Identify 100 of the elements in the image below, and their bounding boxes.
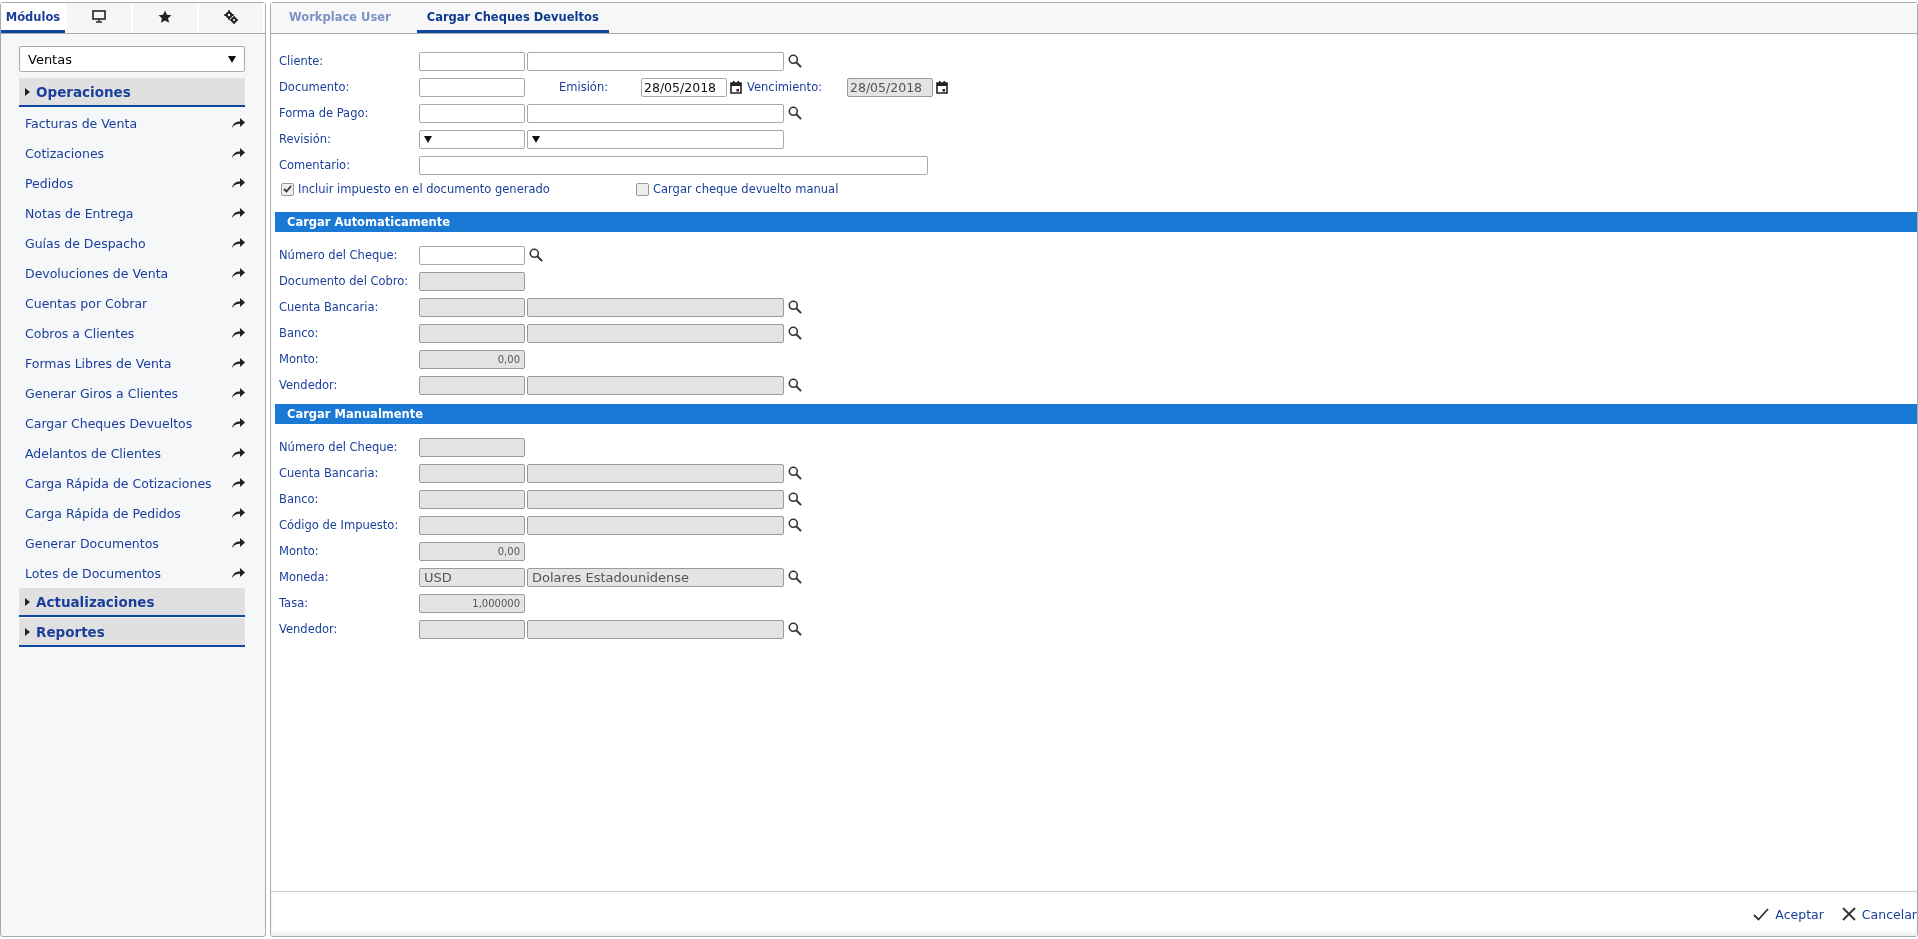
input-field[interactable]	[527, 51, 784, 71]
field-label: Revisión:	[279, 132, 332, 146]
menu-item[interactable]: Generar Documentos	[19, 528, 251, 558]
menu-item-label: Pedidos	[25, 175, 74, 191]
menu-item[interactable]: Generar Giros a Clientes	[19, 378, 251, 408]
menu-item-label: Notas de Entrega	[25, 205, 134, 221]
field-label: Vendedor:	[279, 378, 339, 392]
input-field[interactable]	[419, 77, 525, 97]
share-arrow-icon	[232, 358, 245, 368]
menu-item-label: Cuentas por Cobrar	[25, 295, 148, 311]
share-arrow-icon	[232, 478, 245, 488]
input-field[interactable]	[527, 103, 784, 123]
star-icon	[158, 9, 172, 24]
field-label: Número del Cheque:	[279, 248, 399, 262]
section-title: Reportes	[36, 623, 105, 640]
cancel-button[interactable]: Cancelar	[1841, 906, 1917, 922]
menu-item[interactable]: Cotizaciones	[19, 138, 251, 168]
menu-item-label: Cobros a Clientes	[25, 325, 135, 341]
menu-item[interactable]: Pedidos	[19, 168, 251, 198]
menu-item[interactable]: Facturas de Venta	[19, 108, 251, 138]
search-icon[interactable]	[788, 106, 802, 120]
menu-item[interactable]: Adelantos de Clientes	[19, 438, 251, 468]
share-arrow-icon	[232, 508, 245, 518]
date-field[interactable]: 28/05/2018	[641, 77, 727, 97]
field-label: Forma de Pago:	[279, 106, 370, 120]
menu-item-label: Facturas de Venta	[25, 115, 138, 131]
calendar-icon	[730, 80, 742, 94]
field-label: Número del Cheque:	[279, 440, 399, 454]
input-field[interactable]	[419, 155, 928, 175]
share-arrow-icon	[232, 448, 245, 458]
search-icon[interactable]	[788, 300, 802, 314]
menu-item-label: Generar Documentos	[25, 535, 159, 551]
menu-item-label: Guías de Despacho	[25, 235, 146, 251]
tab[interactable]: Cargar Cheques Devueltos	[416, 3, 609, 33]
menu-item-label: Cargar Cheques Devueltos	[25, 415, 193, 431]
sidebar-tab[interactable]	[67, 3, 131, 33]
section-header[interactable]: Operaciones	[19, 78, 245, 107]
share-arrow-icon	[232, 268, 245, 278]
dropdown[interactable]	[419, 129, 525, 149]
search-icon[interactable]	[529, 248, 543, 262]
menu-item[interactable]: Guías de Despacho	[19, 228, 251, 258]
field-label: Tasa:	[279, 596, 310, 610]
share-arrow-icon	[232, 238, 245, 248]
module-dropdown[interactable]: Ventas	[19, 46, 245, 72]
menu-item[interactable]: Cobros a Clientes	[19, 318, 251, 348]
check-icon	[1753, 907, 1770, 921]
checkbox-label: Cargar cheque devuelto manual	[653, 182, 839, 196]
search-icon[interactable]	[788, 466, 802, 480]
share-arrow-icon	[232, 298, 245, 308]
search-icon[interactable]	[788, 622, 802, 636]
menu-item-label: Formas Libres de Venta	[25, 355, 172, 371]
search-icon[interactable]	[788, 54, 802, 68]
menu-item[interactable]: Carga Rápida de Pedidos	[19, 498, 251, 528]
checkbox[interactable]	[281, 182, 294, 196]
section-header[interactable]: Actualizaciones	[19, 588, 245, 617]
sidebar-tab[interactable]	[199, 3, 263, 33]
sidebar-tab[interactable]	[133, 3, 197, 33]
field-label: Banco:	[279, 326, 320, 340]
menu-item[interactable]: Cuentas por Cobrar	[19, 288, 251, 318]
field-label: Monto:	[279, 352, 320, 366]
monitor-icon	[92, 10, 106, 23]
input-field[interactable]	[419, 103, 525, 123]
share-arrow-icon	[232, 388, 245, 398]
search-icon[interactable]	[788, 570, 802, 584]
field-label: Vencimiento:	[747, 80, 824, 94]
dropdown-caret-icon	[532, 135, 540, 143]
field-label: Comentario:	[279, 158, 352, 172]
field-label: Vendedor:	[279, 622, 339, 636]
field-label: Moneda:	[279, 570, 330, 584]
field-label: Cuenta Bancaria:	[279, 300, 380, 314]
menu-item[interactable]: Lotes de Documentos	[19, 558, 251, 588]
menu-item-label: Generar Giros a Clientes	[25, 385, 179, 401]
search-icon[interactable]	[788, 326, 802, 340]
input-field[interactable]	[419, 245, 525, 265]
close-icon	[1841, 907, 1856, 921]
share-arrow-icon	[232, 178, 245, 188]
menu-item[interactable]: Cargar Cheques Devueltos	[19, 408, 251, 438]
input-field[interactable]	[419, 51, 525, 71]
search-icon[interactable]	[788, 378, 802, 392]
caret-right-icon	[25, 597, 30, 606]
accept-button[interactable]: Aceptar	[1753, 906, 1824, 922]
menu-item-label: Adelantos de Clientes	[25, 445, 162, 461]
section-header[interactable]: Reportes	[19, 618, 245, 647]
menu-item[interactable]: Devoluciones de Venta	[19, 258, 251, 288]
share-arrow-icon	[232, 568, 245, 578]
search-icon[interactable]	[788, 518, 802, 532]
share-arrow-icon	[232, 148, 245, 158]
menu-item[interactable]: Formas Libres de Venta	[19, 348, 251, 378]
dropdown[interactable]	[527, 129, 784, 149]
field-label: Código de Impuesto:	[279, 518, 400, 532]
dropdown-caret-icon	[228, 55, 236, 63]
menu-item-label: Lotes de Documentos	[25, 565, 161, 581]
dropdown-caret-icon	[424, 135, 432, 143]
share-arrow-icon	[232, 328, 245, 338]
search-icon[interactable]	[788, 492, 802, 506]
checkbox[interactable]	[636, 182, 649, 196]
menu-item[interactable]: Carga Rápida de Cotizaciones	[19, 468, 251, 498]
menu-item-label: Devoluciones de Venta	[25, 265, 169, 281]
share-arrow-icon	[232, 118, 245, 128]
menu-item[interactable]: Notas de Entrega	[19, 198, 251, 228]
